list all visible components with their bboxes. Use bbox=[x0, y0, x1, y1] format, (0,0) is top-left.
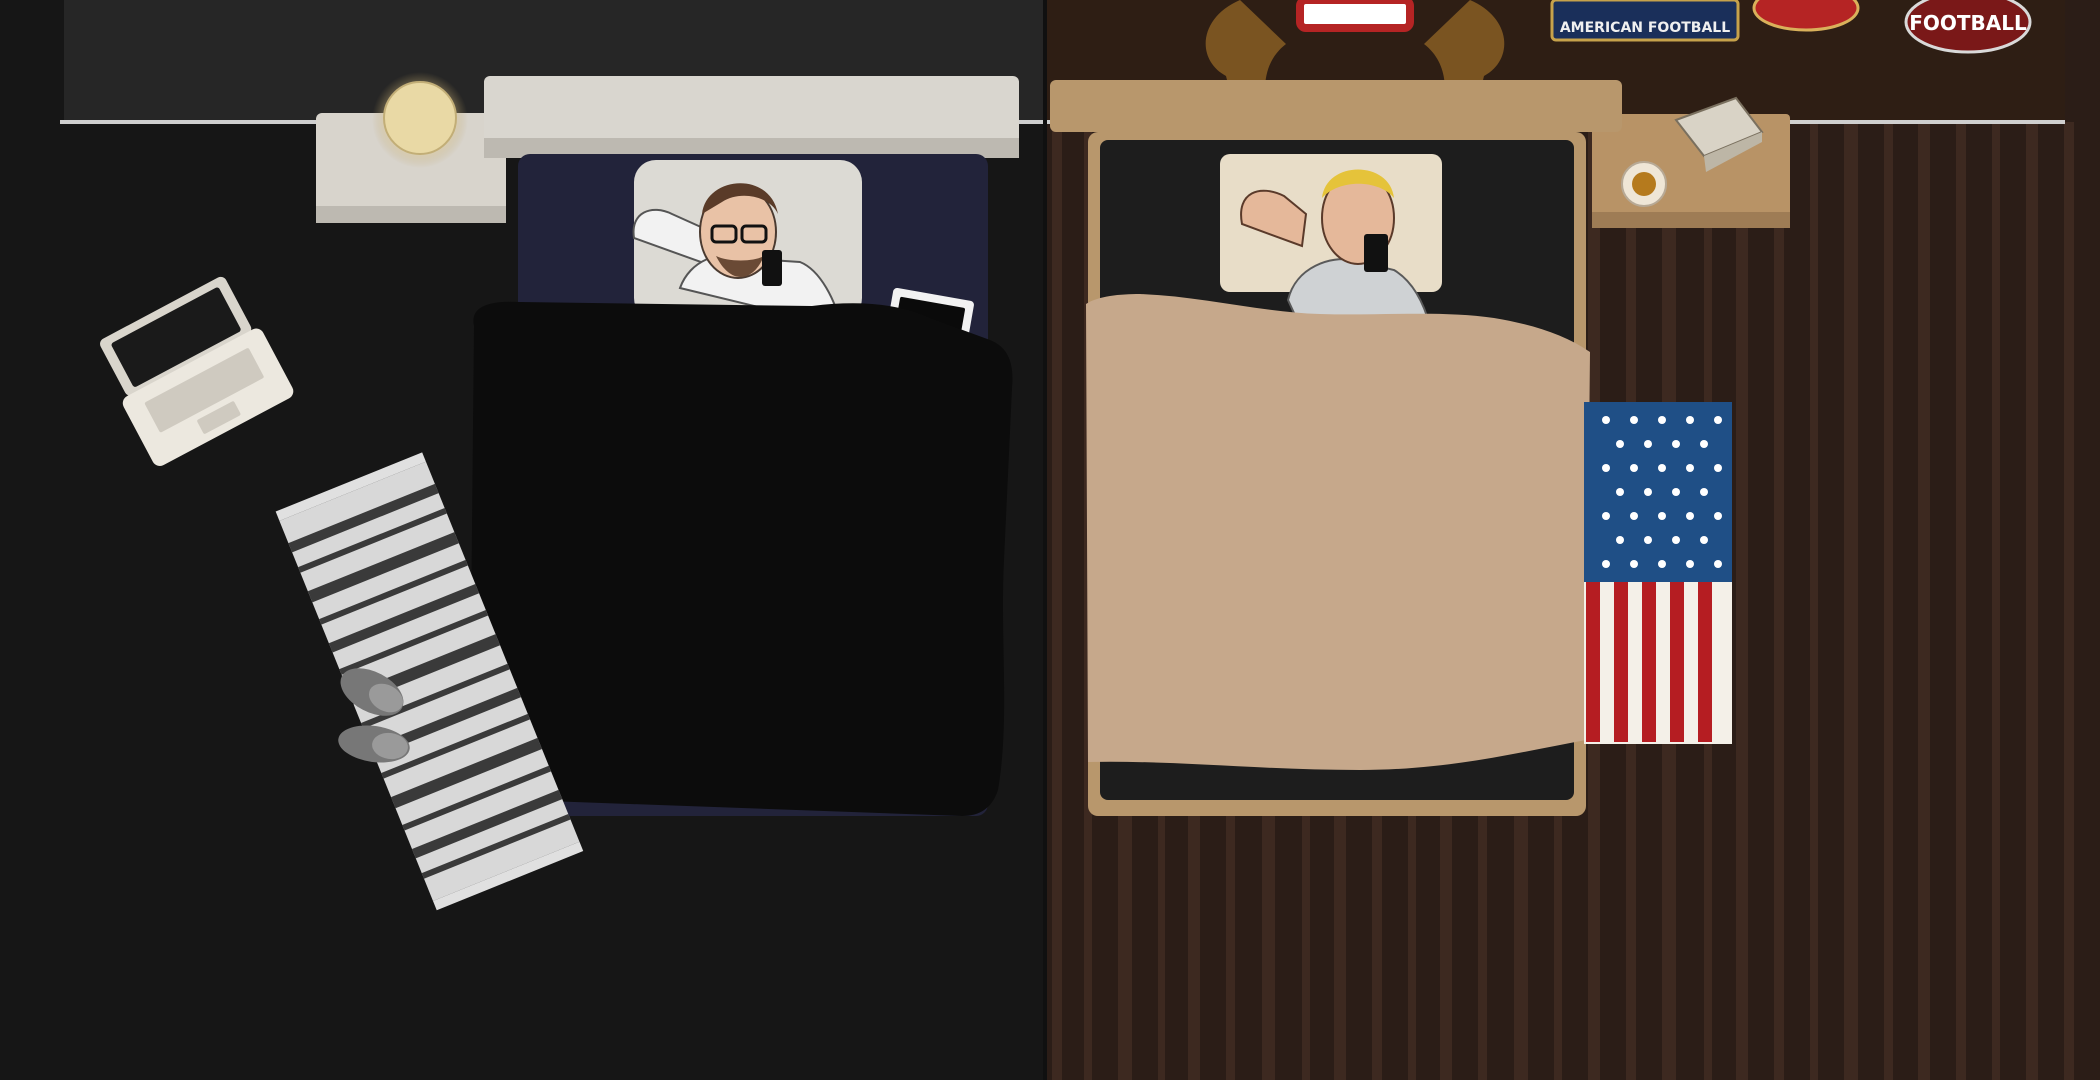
right-blanket[interactable] bbox=[1086, 294, 1590, 770]
bedroom-scene: AMERICAN FOOTBALL FOOTBALL bbox=[0, 0, 2100, 1080]
room-divider bbox=[1043, 0, 1047, 1080]
phone-icon bbox=[762, 250, 782, 286]
football-logo-text: FOOTBALL bbox=[1909, 11, 2027, 35]
banner-text: AMERICAN FOOTBALL bbox=[1560, 20, 1730, 36]
football-logo: FOOTBALL bbox=[1904, 0, 2032, 54]
right-room: AMERICAN FOOTBALL FOOTBALL bbox=[1045, 0, 2100, 1080]
scene-canvas: AMERICAN FOOTBALL FOOTBALL bbox=[0, 0, 2100, 1080]
coffee-icon[interactable] bbox=[1621, 161, 1667, 207]
us-flag-rug-icon bbox=[1584, 402, 1732, 744]
right-headboard bbox=[1050, 80, 1622, 132]
left-blanket[interactable] bbox=[470, 301, 1013, 816]
lamp-icon[interactable] bbox=[372, 72, 468, 168]
phone-icon bbox=[1364, 234, 1388, 272]
american-football-banner: AMERICAN FOOTBALL bbox=[1550, 0, 1740, 42]
left-room bbox=[0, 0, 1045, 1080]
